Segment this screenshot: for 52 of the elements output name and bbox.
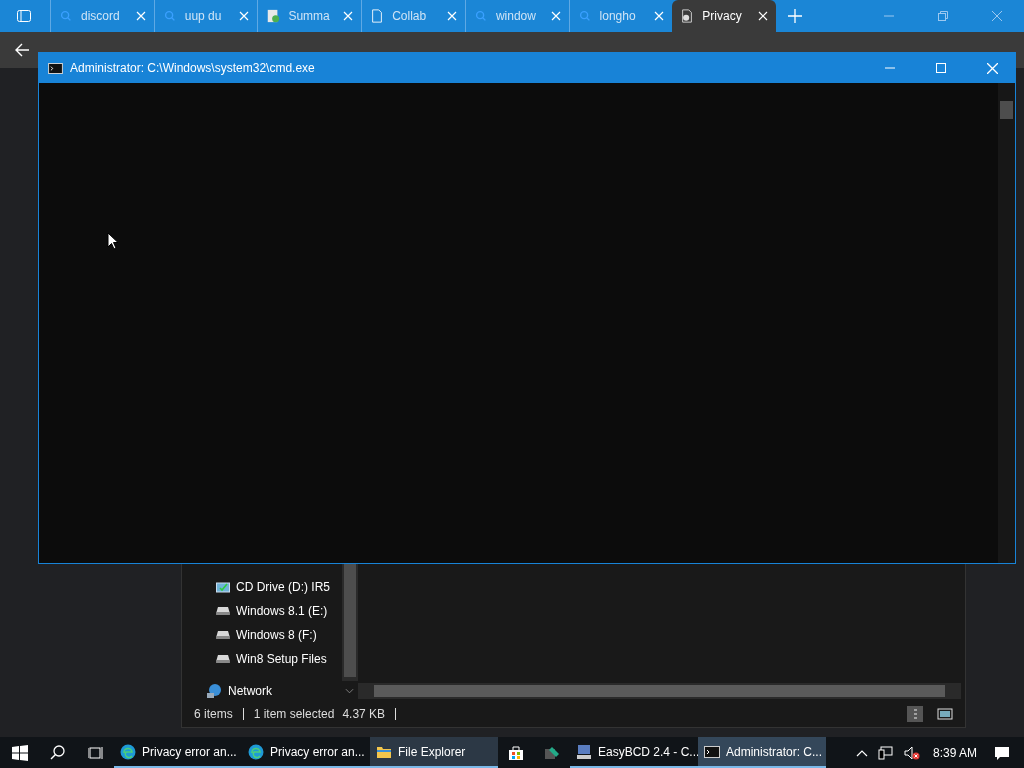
shopping-bag-icon [508, 744, 524, 761]
search-icon [59, 9, 73, 23]
page-icon [370, 9, 385, 23]
drive-icon [216, 629, 230, 640]
thumbnail-view-icon[interactable] [937, 706, 953, 722]
task-view-icon[interactable] [88, 744, 104, 761]
muted-speaker-icon[interactable] [903, 744, 920, 761]
new-tab-icon[interactable] [788, 9, 802, 23]
drive-icon [216, 653, 230, 664]
details-view-icon[interactable] [907, 706, 923, 722]
selection-status: 1 item selected [253, 707, 335, 721]
app-icon [544, 744, 560, 761]
item-count: 6 items [194, 707, 233, 721]
drive-item[interactable]: Windows 8.1 (E:) [216, 601, 340, 620]
drive-icon [216, 605, 230, 616]
computer-icon [576, 743, 592, 760]
chevron-up-icon[interactable] [855, 748, 868, 757]
drive-item[interactable]: CD Drive (D:) IR5 [216, 577, 340, 596]
taskbar-button[interactable]: Administrator: C... [698, 737, 826, 768]
drive-item[interactable]: Win8 Setup Files [216, 649, 340, 668]
network-item[interactable]: Network [182, 683, 358, 699]
globe-icon [206, 683, 222, 699]
search-icon[interactable] [50, 744, 66, 761]
notification-icon[interactable] [994, 744, 1010, 761]
search-icon [577, 9, 592, 23]
vertical-scrollbar[interactable] [998, 83, 1015, 563]
tab-actions-icon[interactable] [16, 8, 32, 24]
cd-drive-icon [216, 580, 230, 593]
document-icon [266, 9, 281, 23]
cursor-icon [107, 232, 119, 250]
search-icon [473, 9, 488, 23]
restore-icon[interactable] [938, 11, 948, 21]
back-icon[interactable] [14, 42, 30, 58]
browser-icon [248, 743, 264, 760]
horizontal-scrollbar[interactable] [358, 683, 961, 699]
start-icon[interactable] [12, 744, 28, 761]
drive-item[interactable]: Windows 8 (F:) [216, 625, 340, 644]
warning-page-icon [680, 9, 695, 23]
taskbar-button[interactable]: Privacy error an... [114, 737, 242, 768]
taskbar-button[interactable]: File Explorer [370, 737, 498, 768]
vertical-scrollbar[interactable] [342, 563, 358, 681]
maximize-icon[interactable] [936, 63, 946, 73]
window-title: Administrator: C:\Windows\system32\cmd.exe [70, 61, 315, 75]
chevron-down-icon[interactable] [345, 688, 354, 694]
console-icon [704, 743, 720, 760]
search-icon [162, 9, 177, 23]
clock[interactable]: 8:39 AM [932, 745, 977, 760]
selection-size: 4.37 KB [342, 707, 386, 721]
browser-icon [120, 743, 136, 760]
network-icon[interactable] [877, 744, 894, 761]
console-icon [48, 62, 63, 74]
browser-tab[interactable]: Privacy [672, 0, 776, 32]
